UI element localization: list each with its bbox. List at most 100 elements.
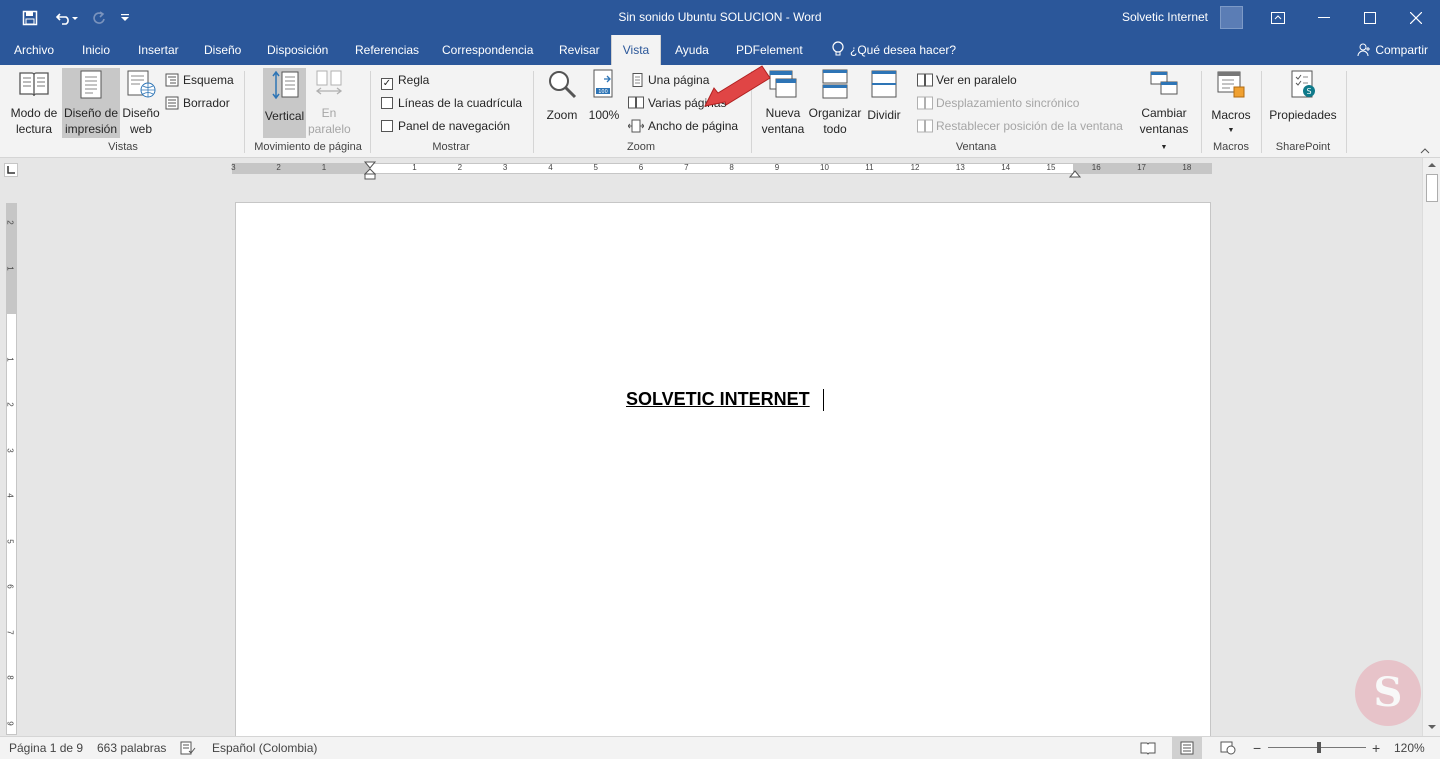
tab-vista[interactable]: Vista (611, 35, 661, 65)
checkbox-unchecked[interactable] (381, 120, 393, 132)
scrollbar-thumb[interactable] (1426, 174, 1438, 202)
page-count[interactable]: Página 1 de 9 (9, 737, 83, 759)
navigation-pane-checkbox[interactable]: Panel de navegación (381, 118, 510, 134)
tab-insertar[interactable]: Insertar (134, 35, 183, 65)
ruler-tick-label: 7 (684, 163, 689, 172)
document-heading[interactable]: SOLVETIC INTERNET (626, 389, 810, 410)
svg-text:100: 100 (598, 89, 608, 95)
avatar[interactable] (1220, 6, 1243, 29)
tell-me-search[interactable]: ¿Qué desea hacer? (828, 35, 960, 65)
new-window-label-2: ventana (761, 122, 805, 136)
side-by-side-label-1: En (321, 106, 337, 120)
proofing-icon[interactable] (180, 737, 196, 759)
draft-button[interactable]: Borrador (165, 95, 230, 111)
side-by-side-movement-button[interactable]: En paralelo (308, 69, 351, 139)
draft-icon (165, 96, 179, 110)
share-button[interactable]: Compartir (1357, 35, 1428, 65)
tab-archivo[interactable]: Archivo (10, 35, 58, 65)
word-count[interactable]: 663 palabras (97, 737, 166, 759)
collapse-ribbon-icon[interactable] (1420, 143, 1430, 159)
zoom-level[interactable]: 120% (1394, 737, 1425, 759)
view-side-by-side-button[interactable]: Ver en paralelo (917, 72, 1017, 88)
ruler-tick-label: 1 (5, 265, 15, 271)
ruler-tick-label: 18 (1182, 163, 1192, 172)
arrange-all-button[interactable]: Organizar todo (808, 69, 862, 139)
print-layout-label-2: impresión (64, 122, 118, 136)
gridlines-checkbox[interactable]: Líneas de la cuadrícula (381, 95, 522, 111)
vertical-scrollbar[interactable] (1422, 158, 1440, 736)
ruler-checkbox[interactable]: ✓ Regla (381, 72, 429, 90)
read-mode-view-icon[interactable] (1140, 737, 1156, 759)
zoom-100-button[interactable]: 100 100% (586, 69, 622, 139)
read-mode-button[interactable]: Modo de lectura (6, 69, 62, 139)
split-button[interactable]: Dividir (864, 69, 904, 139)
close-icon[interactable] (1393, 0, 1439, 35)
print-layout-label-1: Diseño de (63, 106, 119, 120)
tab-correspondencia[interactable]: Correspondencia (438, 35, 537, 65)
sharepoint-properties-icon: S (1291, 70, 1315, 98)
gridlines-label: Líneas de la cuadrícula (398, 96, 523, 110)
minimize-icon[interactable] (1301, 0, 1347, 35)
ruler-tick-label: 4 (548, 163, 553, 172)
outline-button[interactable]: Esquema (165, 72, 234, 88)
checkbox-unchecked[interactable] (381, 97, 393, 109)
dropdown-caret-icon: ▼ (1227, 127, 1235, 134)
tab-disposicion[interactable]: Disposición (263, 35, 332, 65)
undo-icon[interactable] (50, 0, 84, 35)
properties-button[interactable]: S Propiedades (1266, 69, 1340, 139)
person-icon (1357, 38, 1371, 68)
arrange-all-label-1: Organizar (808, 106, 862, 120)
one-page-icon (632, 73, 643, 87)
tab-revisar[interactable]: Revisar (555, 35, 604, 65)
group-separator (1346, 71, 1347, 153)
arrange-all-label-2: todo (823, 122, 847, 136)
ruler-tick-label: 3 (5, 447, 15, 453)
macros-button[interactable]: Macros ▼ (1208, 69, 1254, 139)
web-layout-view-icon[interactable] (1220, 737, 1236, 759)
zoom-in-icon[interactable]: + (1372, 737, 1380, 759)
print-layout-button[interactable]: Diseño de impresión (62, 68, 120, 138)
maximize-icon[interactable] (1347, 0, 1393, 35)
customize-toolbar-icon[interactable] (110, 0, 140, 35)
page-icon (80, 70, 102, 99)
zoom-slider-thumb[interactable] (1317, 742, 1321, 753)
tab-pdfelement[interactable]: PDFelement (732, 35, 807, 65)
web-layout-button[interactable]: Diseño web (122, 69, 160, 139)
scroll-up-icon[interactable] (1427, 162, 1437, 168)
scroll-down-icon[interactable] (1427, 724, 1437, 730)
zoom-out-icon[interactable]: − (1253, 737, 1261, 759)
side-scroll-icon (315, 70, 343, 95)
right-indent-marker-icon[interactable] (1069, 166, 1081, 178)
ruler-tick-label: 1 (5, 356, 15, 362)
ruler-tick-label: 15 (1046, 163, 1056, 172)
magnifier-icon (549, 71, 577, 99)
horizontal-ruler[interactable]: 3 2 1 1 2 3 4 5 6 7 8 9 10 11 12 13 14 15 16 17 18 (231, 161, 1212, 180)
tab-inicio[interactable]: Inicio (78, 35, 114, 65)
vertical-movement-button[interactable]: Vertical (263, 68, 306, 138)
navigation-pane-label: Panel de navegación (398, 119, 511, 133)
ribbon-display-options-icon[interactable] (1255, 0, 1301, 35)
document-page[interactable]: SOLVETIC INTERNET (235, 202, 1211, 742)
group-separator (1261, 71, 1262, 153)
reset-window-position-button[interactable]: Restablecer posición de la ventana (917, 118, 1123, 134)
svg-text:S: S (1374, 669, 1403, 716)
vertical-ruler[interactable]: 2 1 1 2 3 4 5 6 7 8 9 (6, 203, 17, 735)
tab-referencias[interactable]: Referencias (351, 35, 423, 65)
save-icon[interactable] (15, 0, 45, 35)
print-layout-view-icon[interactable] (1172, 737, 1202, 759)
status-bar: Página 1 de 9 663 palabras Español (Colo… (0, 736, 1440, 759)
indent-marker-icon[interactable] (364, 161, 376, 183)
switch-windows-icon (1150, 71, 1178, 95)
tab-ayuda[interactable]: Ayuda (671, 35, 713, 65)
one-page-button[interactable]: Una página (630, 72, 709, 88)
user-name[interactable]: Solvetic Internet (1122, 0, 1208, 35)
zoom-label: Zoom (546, 108, 578, 122)
zoom-button[interactable]: Zoom (542, 69, 582, 139)
synchronous-scrolling-button[interactable]: Desplazamiento sincrónico (917, 95, 1079, 111)
switch-windows-button[interactable]: Cambiar ventanas ▼ (1136, 69, 1192, 151)
tab-diseno[interactable]: Diseño (200, 35, 245, 65)
multiple-pages-icon (628, 96, 644, 109)
checkbox-checked[interactable]: ✓ (381, 78, 393, 90)
language[interactable]: Español (Colombia) (212, 737, 317, 759)
tab-selector[interactable] (4, 163, 18, 177)
